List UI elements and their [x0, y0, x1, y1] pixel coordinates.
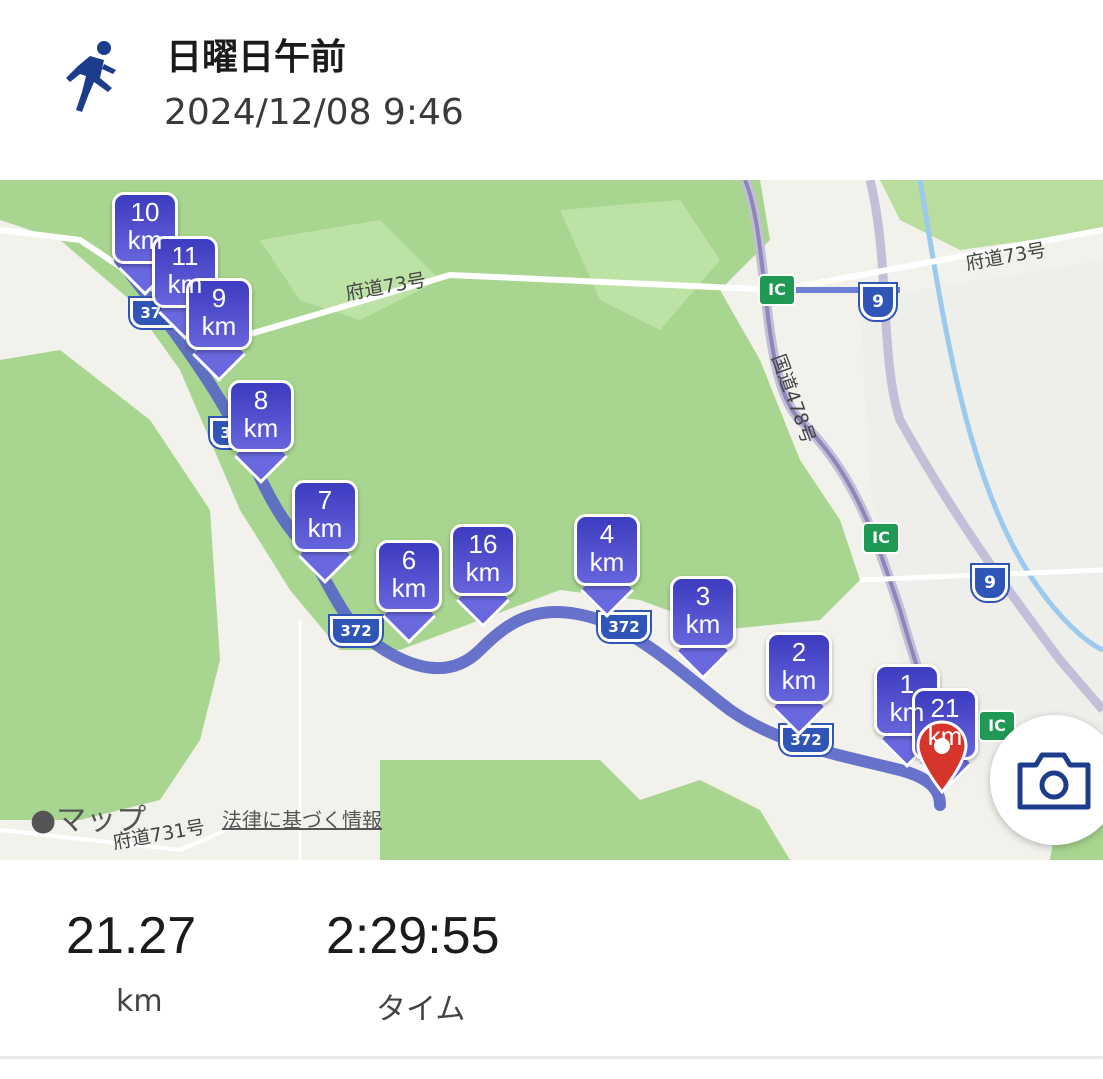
route-shield: 9	[860, 284, 896, 320]
distance-value: 21.27	[66, 907, 197, 965]
interchange-badge: IC	[758, 274, 796, 306]
activity-title: 日曜日午前	[166, 37, 347, 78]
km-marker[interactable]: 6 km	[376, 540, 442, 644]
km-marker[interactable]: 7 km	[292, 480, 358, 584]
map-attribution: ●マップ	[30, 803, 147, 838]
km-marker[interactable]: 2 km	[766, 632, 832, 736]
apple-logo-icon: ●	[30, 803, 57, 838]
km-marker[interactable]: 16 km	[450, 524, 516, 628]
km-marker[interactable]: 3 km	[670, 576, 736, 680]
km-marker[interactable]: 8 km	[228, 380, 294, 484]
activity-header: 日曜日午前 2024/12/08 9:46	[0, 0, 1103, 180]
divider	[0, 1056, 1103, 1059]
km-marker[interactable]: 9 km	[186, 278, 252, 382]
interchange-badge: IC	[862, 522, 900, 554]
distance-unit: km	[116, 984, 163, 1019]
km-marker[interactable]: 4 km	[574, 514, 640, 618]
time-label: タイム	[376, 992, 466, 1027]
route-shield: 9	[972, 565, 1008, 601]
legal-link[interactable]: 法律に基づく情報	[222, 804, 382, 833]
time-value: 2:29:55	[326, 907, 500, 965]
running-person-icon	[60, 40, 124, 112]
activity-datetime: 2024/12/08 9:46	[164, 92, 464, 133]
activity-stats: 21.27 km 2:29:55 タイム	[0, 860, 1103, 1079]
route-map[interactable]: 府道73号 府道73号 国道478号 府道731号 IC IC IC 9 9 3…	[0, 180, 1103, 860]
camera-icon	[1017, 752, 1091, 810]
route-shield: 372	[330, 616, 382, 646]
